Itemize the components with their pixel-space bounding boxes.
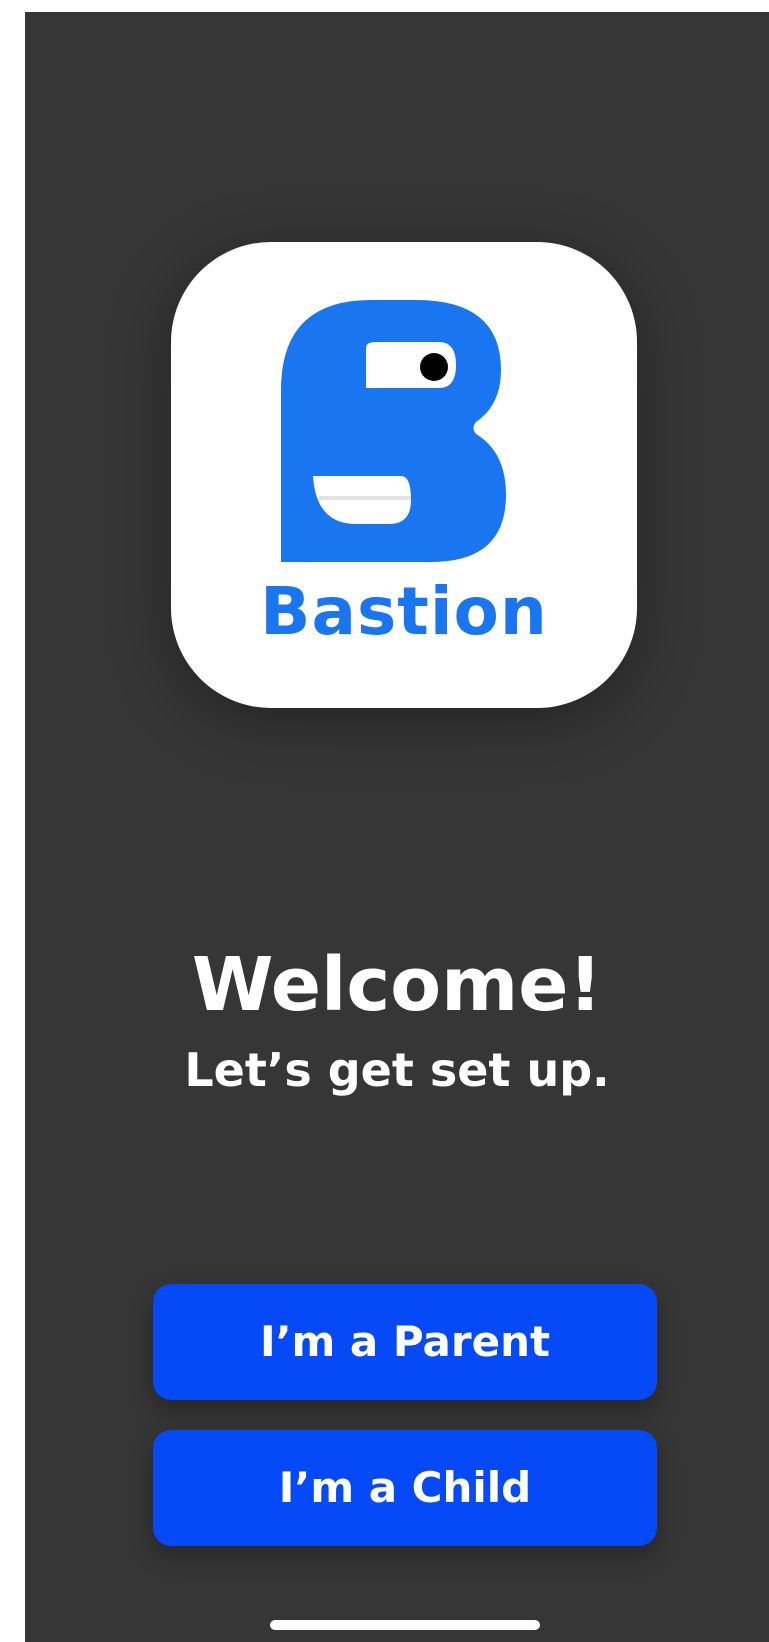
welcome-title: Welcome! — [191, 942, 603, 1028]
logo-wordmark: Bastion — [260, 573, 548, 650]
welcome-subtitle: Let’s get set up. — [184, 1043, 610, 1097]
app-logo: Bastion — [171, 242, 637, 708]
bastion-logo-icon — [281, 300, 506, 562]
onboarding-screen: Bastion Welcome! Let’s get set up. I’m a… — [25, 12, 769, 1642]
child-button[interactable]: I’m a Child — [153, 1430, 657, 1546]
parent-button[interactable]: I’m a Parent — [153, 1284, 657, 1400]
home-indicator[interactable] — [270, 1620, 540, 1630]
